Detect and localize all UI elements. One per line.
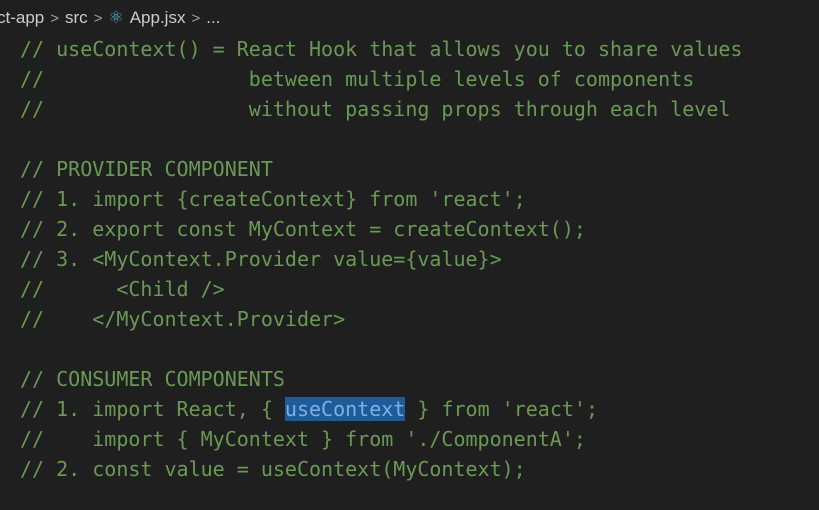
code-line[interactable]: // import { MyContext } from './Componen… (20, 424, 819, 454)
breadcrumb-item-file[interactable]: App.jsx (130, 8, 186, 28)
code-text: // <Child /> (20, 277, 225, 301)
code-text: // 1. import {createContext} from 'react… (20, 187, 526, 211)
code-text: // </MyContext.Provider> (20, 307, 346, 331)
code-line[interactable]: // 3. <MyContext.Provider value={value}> (20, 244, 819, 274)
code-line[interactable]: // 1. import React, { useContext } from … (20, 394, 819, 424)
code-text: // between multiple levels of components (20, 67, 695, 91)
code-text: // 2. export const MyContext = createCon… (20, 217, 586, 241)
code-text: // useContext() = React Hook that allows… (20, 37, 743, 61)
code-text: // 3. <MyContext.Provider value={value}> (20, 247, 502, 271)
code-line[interactable]: // CONSUMER COMPONENTS (20, 364, 819, 394)
code-text: // CONSUMER COMPONENTS (20, 367, 285, 391)
breadcrumb-item-symbols[interactable]: ... (206, 8, 220, 28)
chevron-right-icon: > (93, 9, 103, 27)
code-text: // 2. const value = useContext(MyContext… (20, 457, 526, 481)
code-line[interactable]: // 1. import {createContext} from 'react… (20, 184, 819, 214)
code-line[interactable]: // 2. export const MyContext = createCon… (20, 214, 819, 244)
react-icon: ⚛ (108, 8, 124, 27)
code-line[interactable] (20, 124, 819, 154)
breadcrumb: ct-app > src > ⚛ App.jsx > ... (0, 5, 220, 31)
code-line[interactable]: // between multiple levels of components (20, 64, 819, 94)
code-line[interactable]: // PROVIDER COMPONENT (20, 154, 819, 184)
breadcrumb-item-src[interactable]: src (65, 8, 88, 28)
selected-text: useContext (284, 397, 406, 421)
code-line[interactable]: // useContext() = React Hook that allows… (20, 34, 819, 64)
code-line[interactable]: // <Child /> (20, 274, 819, 304)
code-text: // import { MyContext } from './Componen… (20, 427, 586, 451)
chevron-right-icon: > (50, 9, 60, 27)
code-line[interactable]: // without passing props through each le… (20, 94, 819, 124)
code-text: // PROVIDER COMPONENT (20, 157, 273, 181)
code-line[interactable]: // 2. const value = useContext(MyContext… (20, 454, 819, 484)
code-text: // 1. import React, { (20, 397, 285, 421)
code-text: } from 'react'; (405, 397, 598, 421)
code-line[interactable] (20, 334, 819, 364)
code-line[interactable]: // </MyContext.Provider> (20, 304, 819, 334)
chevron-right-icon: > (191, 9, 201, 27)
breadcrumb-item-project[interactable]: ct-app (0, 8, 44, 28)
code-text: // without passing props through each le… (20, 97, 731, 121)
code-editor[interactable]: // useContext() = React Hook that allows… (20, 34, 819, 484)
